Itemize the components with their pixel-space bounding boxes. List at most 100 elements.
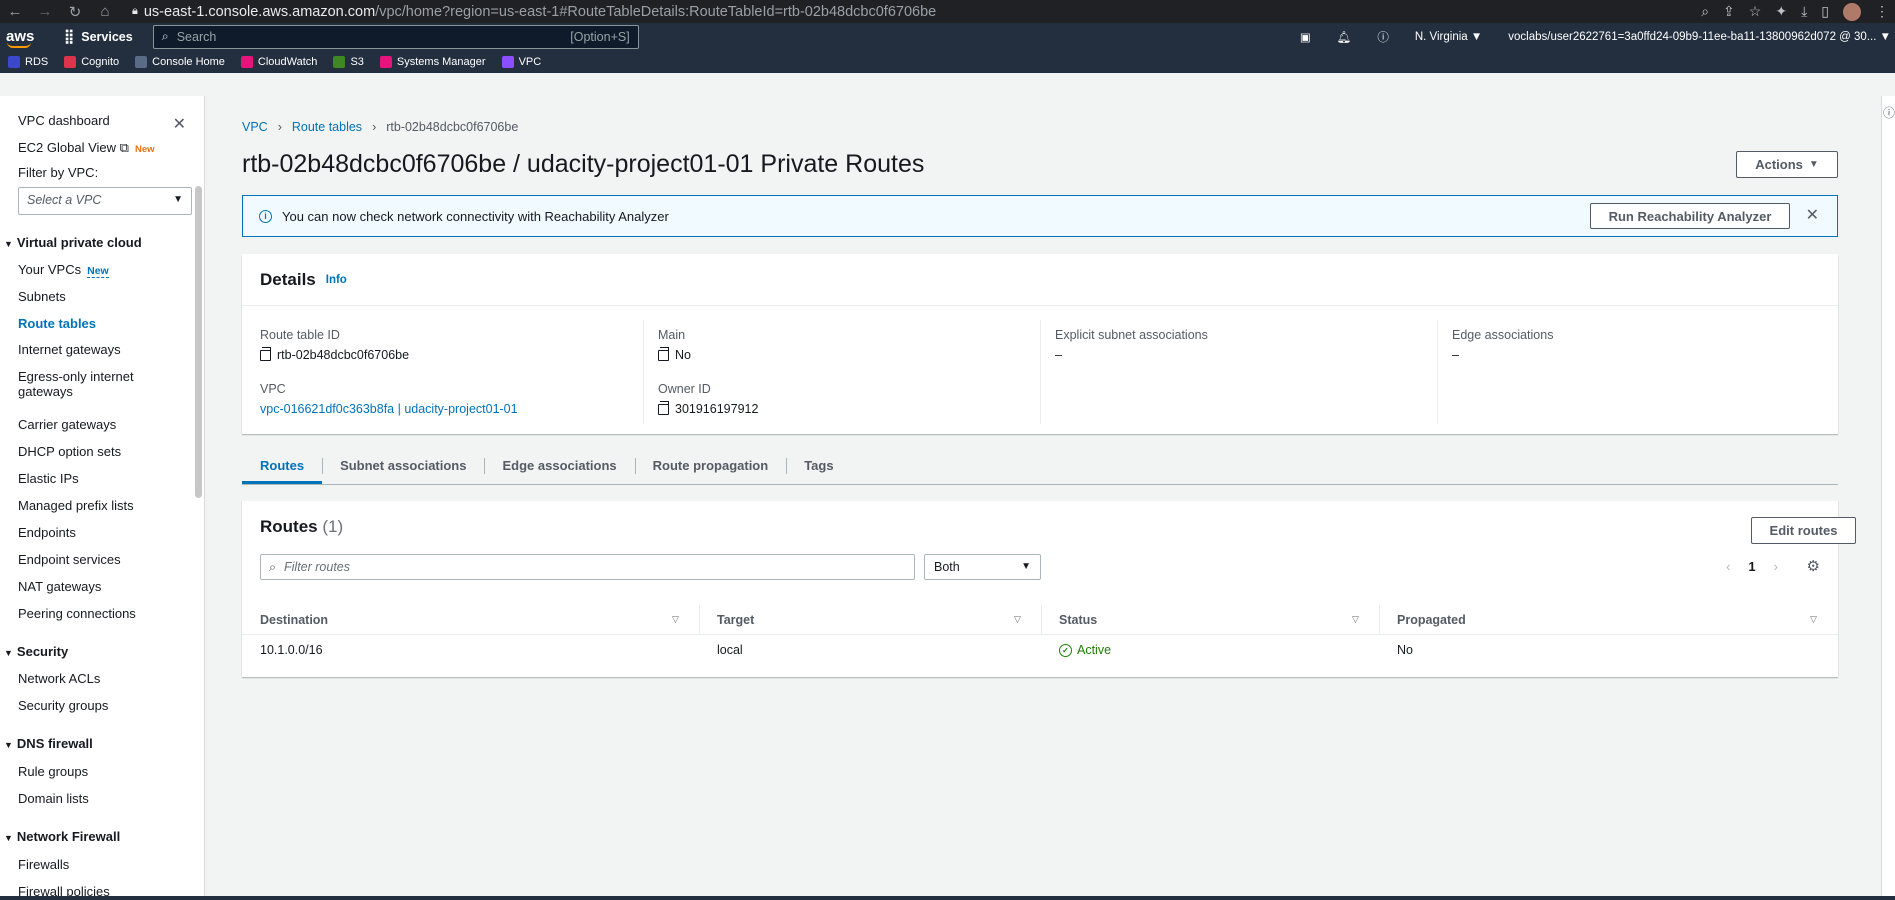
sort-icon[interactable]: ▽	[672, 614, 679, 625]
sort-icon[interactable]: ▽	[1014, 614, 1021, 625]
route-table-tabs: Routes Subnet associations Edge associat…	[242, 448, 1838, 485]
favorite-s3[interactable]: S3	[333, 55, 364, 68]
filter-routes-input[interactable]: ⌕ Filter routes	[260, 554, 915, 580]
favorite-label: Console Home	[152, 55, 225, 68]
sidebar-item-carrier-gateways[interactable]: Carrier gateways	[18, 417, 116, 432]
region-selector[interactable]: N. Virginia ▼	[1415, 31, 1482, 43]
address-bar[interactable]: 🔒︎ us-east-1.console.aws.amazon.com/vpc/…	[132, 4, 936, 20]
sidebar-section-security[interactable]: ▼ Security	[4, 644, 68, 659]
page-number[interactable]: 1	[1748, 559, 1755, 574]
tab-subnet-associations[interactable]: Subnet associations	[322, 448, 484, 484]
close-icon[interactable]: ✕	[1806, 205, 1819, 225]
sidebar-item-network-acls[interactable]: Network ACLs	[18, 671, 100, 686]
console-search-input[interactable]: ⌕ Search [Option+S]	[152, 24, 639, 49]
sidebar-item-endpoints[interactable]: Endpoints	[18, 525, 76, 540]
extensions-icon[interactable]: ✦	[1775, 3, 1787, 20]
details-title: Details	[260, 269, 316, 289]
help-icon[interactable]: ⓘ	[1377, 29, 1389, 45]
sidepanel-icon[interactable]: ▯	[1821, 3, 1829, 20]
share-icon[interactable]: ⇪	[1723, 3, 1735, 20]
forward-icon[interactable]: →	[30, 3, 60, 20]
cell-status: ✓ Active	[1059, 643, 1111, 657]
sidebar-item-nat-gateways[interactable]: NAT gateways	[18, 579, 101, 594]
info-link[interactable]: Info	[326, 274, 347, 286]
run-reachability-analyzer-button[interactable]: Run Reachability Analyzer	[1590, 203, 1790, 229]
sidebar-item-rule-groups[interactable]: Rule groups	[18, 764, 88, 779]
favorite-cognito[interactable]: Cognito	[64, 55, 120, 68]
sort-icon[interactable]: ▽	[1352, 614, 1359, 625]
actions-button[interactable]: Actions ▼	[1736, 151, 1838, 178]
copy-icon[interactable]	[658, 346, 669, 361]
copy-icon[interactable]	[260, 346, 271, 361]
sidebar-item-vpc-dashboard[interactable]: VPC dashboard	[18, 113, 110, 128]
download-icon[interactable]: ⤓	[1801, 3, 1807, 20]
tab-route-propagation[interactable]: Route propagation	[634, 448, 787, 484]
status-badge: Active	[1077, 643, 1112, 657]
sidebar-item-egress-only-gateways[interactable]: Egress-only internet gateways	[18, 369, 134, 399]
aws-logo[interactable]: aws	[6, 29, 36, 48]
column-destination[interactable]: Destination	[260, 613, 328, 627]
main-value-text: No	[675, 348, 691, 362]
sidebar-section-network-firewall[interactable]: ▼ Network Firewall	[4, 829, 120, 844]
sidebar-item-firewalls[interactable]: Firewalls	[18, 857, 69, 872]
url-host: us-east-1.console.aws.amazon.com	[143, 3, 376, 20]
sidebar-item-ec2-global-view[interactable]: EC2 Global View ⧉ New	[18, 140, 155, 156]
next-page-icon[interactable]: ›	[1774, 559, 1778, 574]
route-table-id-value: rtb-02b48dcbc0f6706be	[260, 346, 409, 362]
favorite-systems-manager[interactable]: Systems Manager	[379, 55, 486, 68]
filter-placeholder: Filter routes	[284, 560, 351, 574]
sidebar-item-endpoint-services[interactable]: Endpoint services	[18, 552, 121, 567]
column-propagated[interactable]: Propagated	[1397, 613, 1466, 627]
sidebar-item-domain-lists[interactable]: Domain lists	[18, 791, 89, 806]
favorite-cloudwatch[interactable]: CloudWatch	[240, 55, 317, 68]
reload-icon[interactable]: ↻	[60, 3, 90, 21]
caret-down-icon: ▼	[4, 239, 13, 249]
services-menu[interactable]: ⣿ Services	[64, 28, 133, 45]
gear-icon[interactable]: ⚙	[1807, 557, 1820, 575]
vpc-link[interactable]: vpc-016621df0c363b8fa | udacity-project0…	[260, 402, 518, 416]
sidebar-item-dhcp-option-sets[interactable]: DHCP option sets	[18, 444, 121, 459]
sidebar-section-virtual-private-cloud[interactable]: ▼ Virtual private cloud	[4, 235, 142, 250]
prev-page-icon[interactable]: ‹	[1726, 559, 1730, 574]
sidebar-item-route-tables[interactable]: Route tables	[18, 316, 96, 331]
breadcrumb-vpc[interactable]: VPC	[242, 120, 268, 134]
favorite-label: Cognito	[81, 55, 120, 68]
column-target[interactable]: Target	[717, 613, 754, 627]
edit-routes-button[interactable]: Edit routes	[1751, 517, 1856, 544]
column-status[interactable]: Status	[1059, 613, 1097, 627]
info-icon[interactable]: ⓘ	[1883, 104, 1895, 121]
favorite-rds[interactable]: RDS	[8, 55, 48, 68]
back-icon[interactable]: ←	[0, 3, 30, 20]
profile-avatar[interactable]	[1843, 2, 1861, 21]
sort-icon[interactable]: ▽	[1810, 614, 1817, 625]
home-icon[interactable]: ⌂	[90, 3, 120, 20]
explicit-subnet-associations-label: Explicit subnet associations	[1055, 328, 1208, 342]
favorite-console-home[interactable]: Console Home	[135, 55, 225, 68]
close-sidebar-icon[interactable]: ✕	[173, 114, 186, 134]
check-circle-icon: ✓	[1059, 643, 1072, 657]
bookmark-star-icon[interactable]: ☆	[1749, 3, 1762, 20]
sidebar-item-elastic-ips[interactable]: Elastic IPs	[18, 471, 79, 486]
cloudshell-icon[interactable]: ▣	[1300, 30, 1311, 44]
sidebar-item-peering-connections[interactable]: Peering connections	[18, 606, 136, 621]
account-menu[interactable]: voclabs/user2622761=3a0ffd24-09b9-11ee-b…	[1508, 31, 1891, 43]
browser-menu-icon[interactable]: ⋮	[1875, 3, 1889, 20]
sidebar-section-dns-firewall[interactable]: ▼ DNS firewall	[4, 736, 93, 751]
sidebar-item-internet-gateways[interactable]: Internet gateways	[18, 342, 121, 357]
tab-tags[interactable]: Tags	[786, 448, 851, 484]
sidebar-item-subnets[interactable]: Subnets	[18, 289, 66, 304]
favorite-vpc[interactable]: VPC	[501, 55, 542, 68]
tab-edge-associations[interactable]: Edge associations	[484, 448, 634, 484]
sidebar-item-security-groups[interactable]: Security groups	[18, 698, 108, 713]
vpc-filter-select[interactable]: Select a VPC ▼	[18, 187, 192, 215]
route-type-select[interactable]: Both ▼	[924, 554, 1041, 580]
notifications-bell-icon[interactable]: 🔔︎	[1337, 30, 1352, 44]
breadcrumb-route-tables[interactable]: Route tables	[292, 120, 362, 134]
sidebar-item-your-vpcs[interactable]: Your VPCs New	[18, 262, 109, 278]
zoom-icon[interactable]: ⌕	[1701, 3, 1709, 20]
tab-routes[interactable]: Routes	[242, 448, 323, 484]
sidebar-scrollbar[interactable]	[195, 186, 202, 498]
sidebar-item-managed-prefix-lists[interactable]: Managed prefix lists	[18, 498, 134, 513]
copy-icon[interactable]	[658, 400, 669, 415]
favorite-label: VPC	[518, 55, 542, 68]
